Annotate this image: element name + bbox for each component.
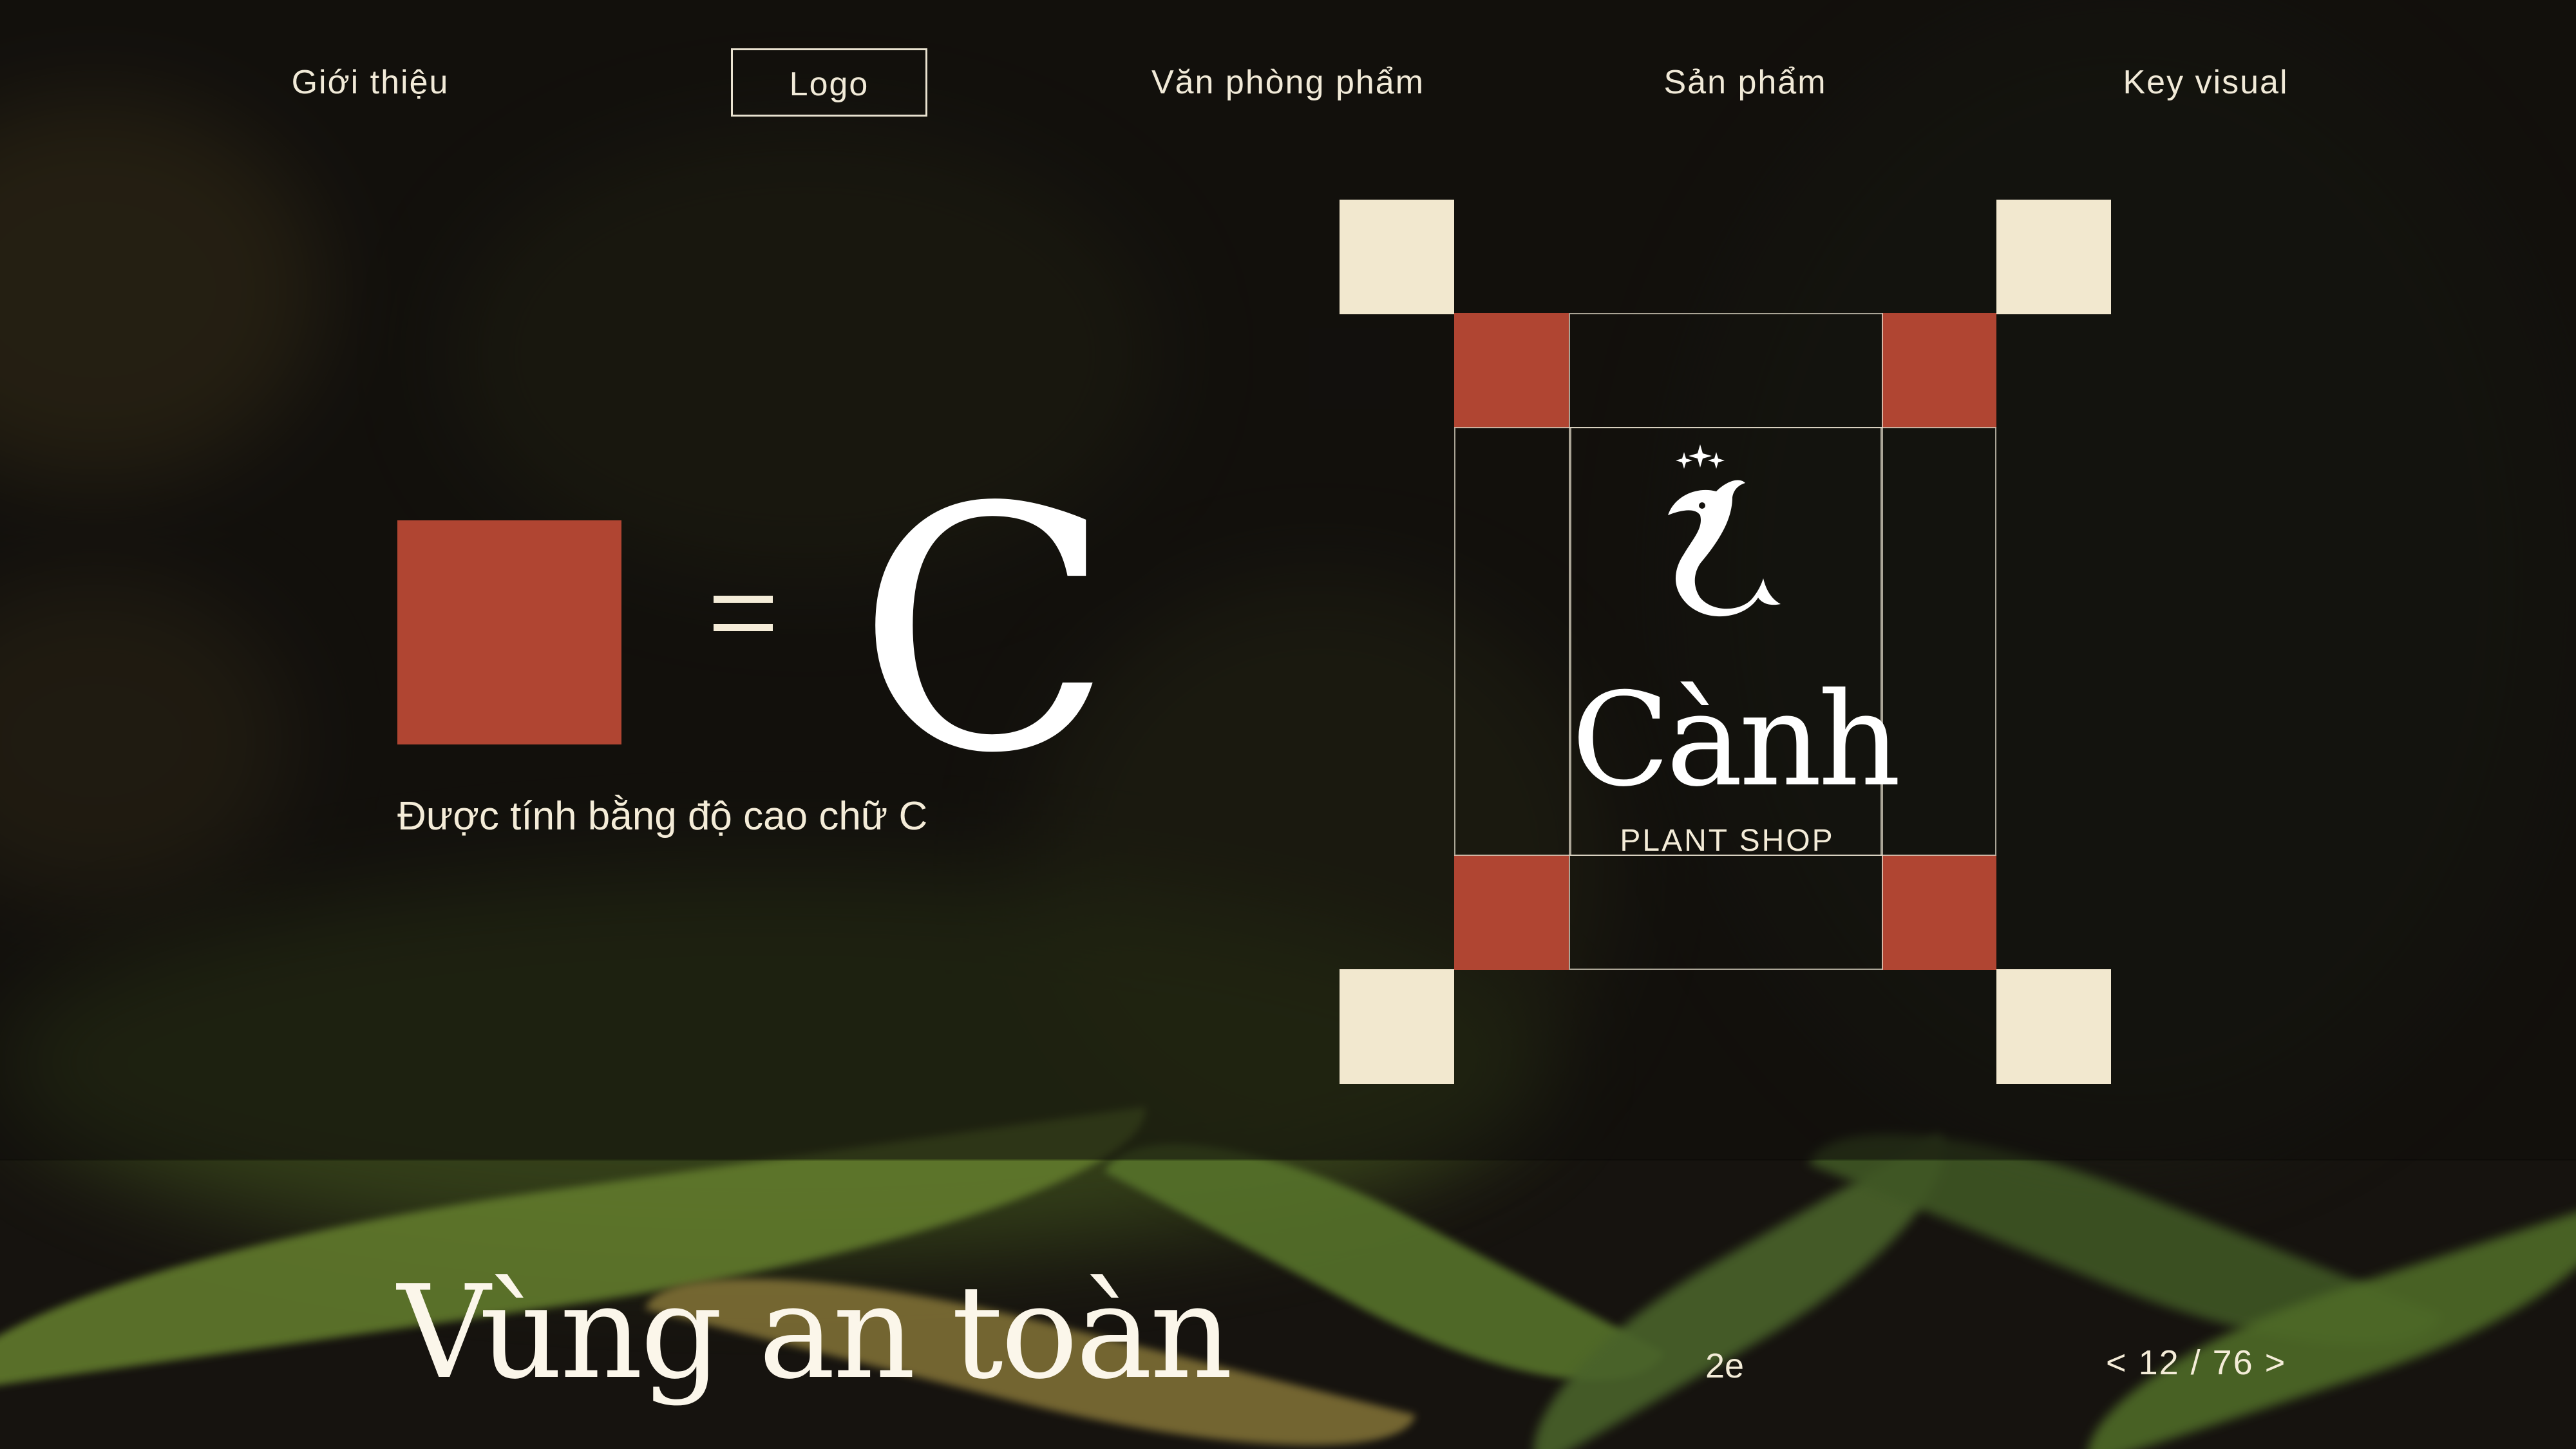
bird-icon bbox=[1668, 444, 1781, 617]
corner-square-red bbox=[1882, 313, 1996, 428]
pager: < 12 / 76 > bbox=[2106, 1343, 2286, 1383]
next-page-button[interactable]: > bbox=[2265, 1343, 2287, 1382]
logo-wordmark: Cành bbox=[1571, 665, 1901, 815]
nav-item-van-phong-pham[interactable]: Văn phòng phẩm bbox=[1133, 48, 1443, 117]
corner-square-cream bbox=[1340, 969, 1454, 1084]
explanation-caption: Được tính bằng độ cao chữ C bbox=[397, 794, 928, 838]
logo-tagline: PLANT SHOP bbox=[1620, 824, 1835, 858]
corner-square-red bbox=[1454, 855, 1569, 970]
nav-item-logo[interactable]: Logo bbox=[731, 48, 927, 117]
nav-item-key-visual[interactable]: Key visual bbox=[2093, 48, 2318, 117]
prev-page-button[interactable]: < bbox=[2106, 1343, 2128, 1382]
corner-square-cream bbox=[1340, 200, 1454, 314]
background-photo bbox=[0, 0, 2576, 1449]
nav-item-san-pham[interactable]: Sản phẩm bbox=[1636, 48, 1855, 117]
unit-square bbox=[397, 520, 621, 744]
letter-c: C bbox=[857, 436, 1113, 826]
corner-square-cream bbox=[1996, 969, 2111, 1084]
equals-sign bbox=[714, 596, 773, 652]
nav-item-gioi-thieu[interactable]: Giới thiệu bbox=[258, 48, 483, 117]
section-code: 2e bbox=[1705, 1347, 1745, 1385]
corner-square-red bbox=[1882, 855, 1996, 970]
corner-square-cream bbox=[1996, 200, 2111, 314]
sparkle-icon bbox=[1708, 452, 1725, 469]
sparkle-icon bbox=[1689, 444, 1712, 468]
sparkle-icon bbox=[1676, 452, 1692, 469]
page-indicator: 12 / 76 bbox=[2138, 1343, 2254, 1382]
corner-square-red bbox=[1454, 313, 1569, 428]
section-title: Vùng an toàn bbox=[397, 1258, 1233, 1408]
